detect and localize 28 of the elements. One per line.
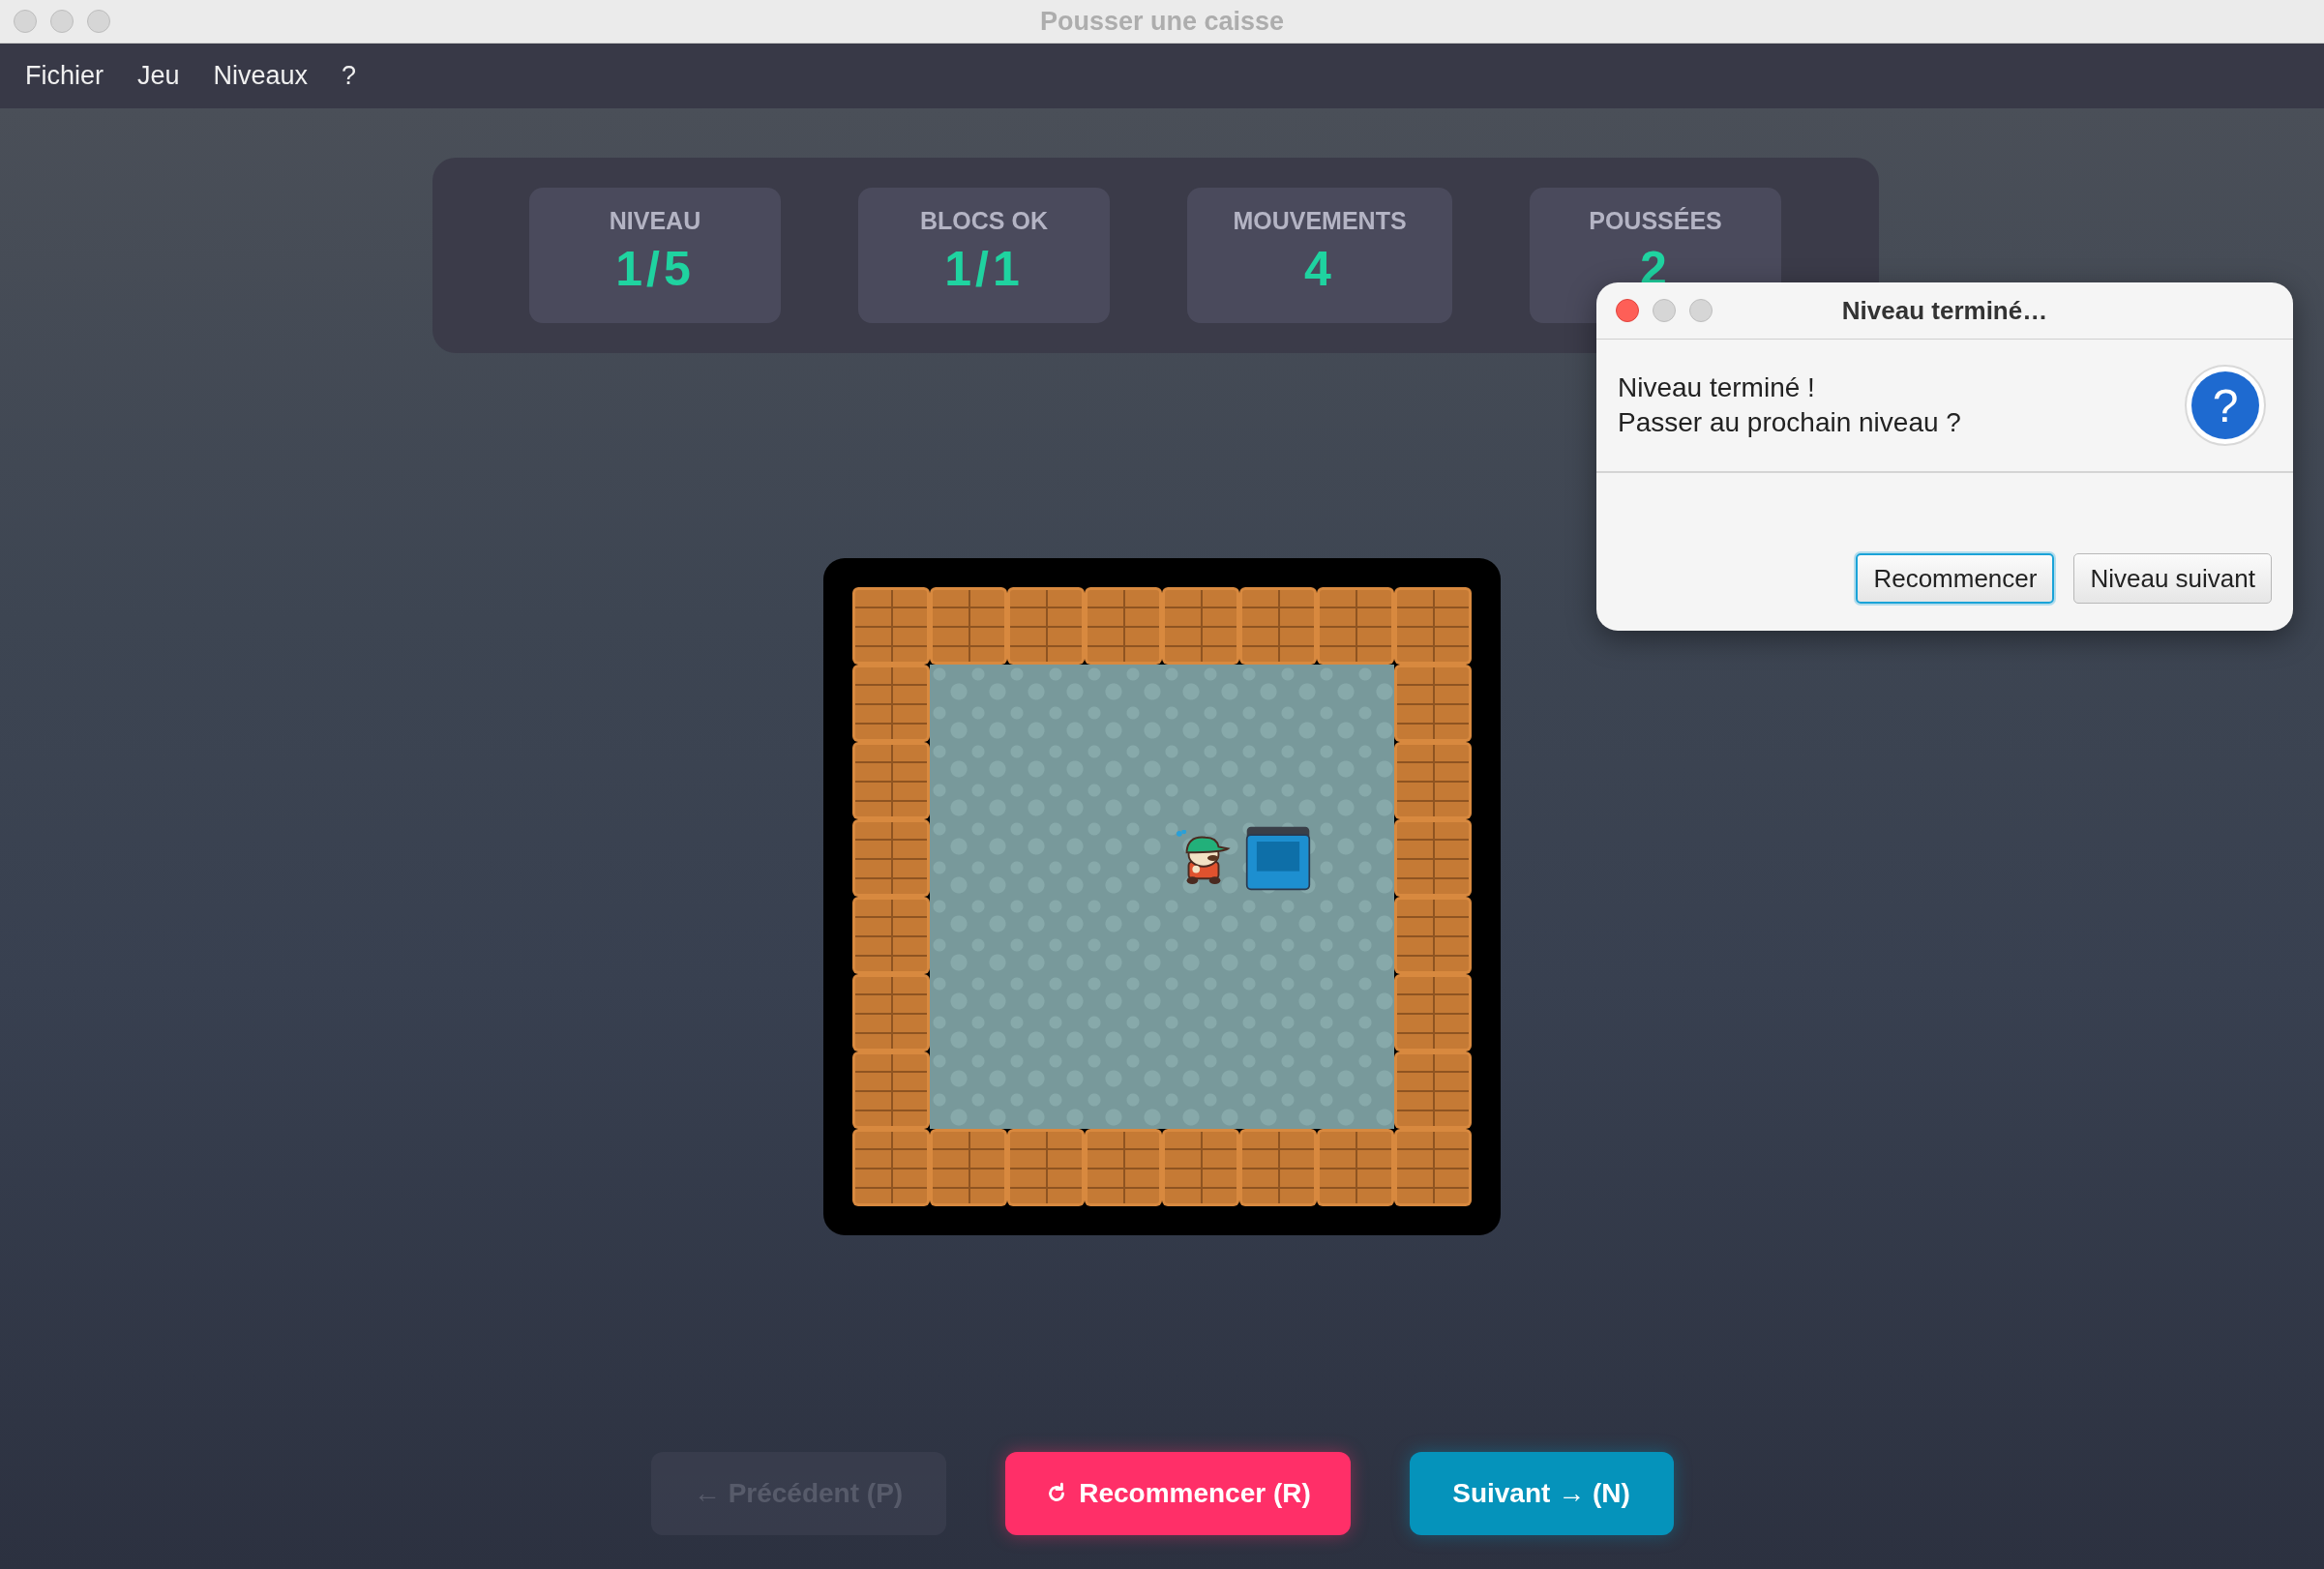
- stat-value: 1/1: [944, 240, 1024, 297]
- minimize-button[interactable]: [50, 10, 74, 33]
- dialog-button[interactable]: Recommencer: [1856, 553, 2055, 604]
- crate-icon: [1245, 825, 1311, 891]
- stat-label: POUSSÉES: [1589, 206, 1722, 235]
- dialog-title: Niveau terminé…: [1841, 295, 2048, 326]
- stat-label: BLOCS OK: [920, 206, 1048, 235]
- zoom-button[interactable]: [87, 10, 110, 33]
- window-title: Pousser une caisse: [1039, 6, 1285, 37]
- menu-item[interactable]: Jeu: [137, 61, 180, 91]
- dialog-button[interactable]: Niveau suivant: [2073, 553, 2272, 604]
- stat-label: MOUVEMENTS: [1233, 206, 1407, 235]
- menu-item[interactable]: ?: [342, 61, 357, 91]
- next-button[interactable]: Suivant → (N): [1409, 1452, 1674, 1535]
- close-button[interactable]: [14, 10, 37, 33]
- stat-value: 4: [1304, 240, 1335, 297]
- dialog-message: Passer au prochain niveau ?: [1618, 407, 1961, 438]
- menu-item[interactable]: Niveaux: [213, 61, 309, 91]
- character-drawing: [1176, 830, 1232, 886]
- stat-value: 1/5: [615, 240, 695, 297]
- minimize-button[interactable]: [1653, 299, 1676, 322]
- menu-item[interactable]: Fichier: [25, 61, 104, 91]
- stat-label: NIVEAU: [609, 206, 701, 235]
- dialog-message: Niveau terminé !: [1618, 372, 1816, 403]
- close-button[interactable]: [1616, 299, 1639, 322]
- zoom-button[interactable]: [1689, 299, 1713, 322]
- question-icon: ?: [2185, 365, 2266, 446]
- restart-button[interactable]: Recommencer (R): [1004, 1452, 1351, 1535]
